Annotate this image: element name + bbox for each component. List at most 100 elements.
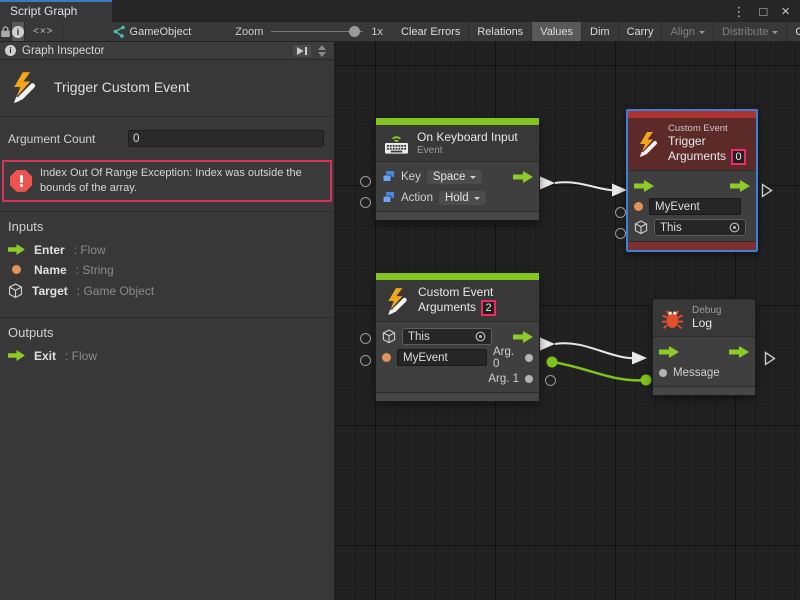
tab-label: Script Graph (10, 4, 77, 18)
active-tab-accent (0, 0, 112, 2)
arguments-label: Arguments (668, 149, 726, 165)
zoom-slider[interactable] (271, 22, 363, 42)
dim-button[interactable]: Dim (582, 22, 619, 41)
input-port-target: Target : Game Object (0, 280, 334, 302)
output-port-exit: Exit : Flow (0, 346, 334, 366)
relations-button[interactable]: Relations (469, 22, 532, 41)
zoom-label: Zoom (235, 26, 263, 38)
action-dropdown[interactable]: Hold (439, 191, 486, 205)
node-trigger-custom-event[interactable]: Custom Event Trigger Arguments 0 (626, 109, 758, 252)
graph-canvas[interactable]: On Keyboard Input Event Key Space (335, 42, 800, 600)
argument-count-input[interactable] (128, 130, 324, 147)
flow-in-arrow-icon[interactable] (659, 346, 679, 358)
debug-flow-out-port[interactable] (764, 351, 776, 366)
chevron-down-icon (474, 197, 480, 203)
node-footer (628, 241, 756, 250)
trigger-flow-out-port[interactable] (761, 183, 773, 198)
node-category: Debug (692, 305, 721, 316)
arg1-port-icon[interactable] (525, 375, 533, 383)
clear-errors-button[interactable]: Clear Errors (393, 22, 469, 41)
flow-row (653, 341, 755, 362)
object-picker-icon[interactable] (729, 222, 740, 233)
event-name-row (628, 196, 756, 217)
menu-icon[interactable]: ⋮ (732, 5, 745, 18)
event-name-input[interactable] (649, 198, 741, 215)
maximize-icon[interactable]: □ (759, 5, 767, 18)
enum-icon (382, 191, 395, 204)
arg0-port-icon[interactable] (525, 354, 533, 362)
graph-owner[interactable]: GameObject (105, 22, 198, 41)
arg1-row: Arg. 1 (376, 368, 539, 389)
message-port-icon[interactable] (659, 369, 667, 377)
flow-arrow-icon (513, 331, 533, 343)
outputs-header: Outputs (0, 325, 334, 346)
flow-out-port[interactable] (513, 331, 533, 343)
node-debug-log[interactable]: Debug Log Message (652, 298, 756, 396)
keyboard-key-port[interactable] (360, 176, 371, 187)
argument-count-row: Argument Count (0, 117, 334, 153)
error-icon (10, 170, 32, 192)
action-row: Action Hold (376, 187, 539, 208)
node-subtitle: Event (417, 145, 518, 156)
string-port-icon[interactable] (382, 353, 391, 362)
inspector-toggle-button[interactable]: i (12, 22, 25, 41)
panel-expand-icon (296, 46, 308, 56)
cube-icon[interactable] (634, 220, 648, 235)
node-title: Custom Event (418, 285, 496, 300)
target-object-field[interactable]: This (402, 328, 492, 345)
flow-in-arrow-icon[interactable] (634, 180, 654, 192)
keyboard-event-icon (383, 132, 410, 155)
info-icon: i (5, 45, 16, 56)
customevent-target-port[interactable] (360, 333, 371, 344)
trigger-name-port[interactable] (615, 207, 626, 218)
close-icon[interactable]: × (781, 4, 790, 19)
target-row: This (628, 217, 756, 238)
event-name-input[interactable] (397, 349, 487, 366)
node-category: Custom Event (668, 123, 746, 134)
arguments-count-input[interactable]: 2 (481, 300, 496, 316)
chevron-down-icon (772, 31, 778, 37)
cube-icon[interactable] (382, 329, 396, 344)
align-dropdown[interactable]: Align (662, 22, 713, 41)
keyboard-action-port[interactable] (360, 197, 371, 208)
key-dropdown[interactable]: Space (427, 170, 483, 184)
custom-event-icon (635, 131, 661, 157)
custom-event-icon (383, 287, 411, 315)
spinner-up-icon (318, 41, 326, 50)
inspector-header-label: Graph Inspector (22, 45, 104, 57)
distribute-dropdown[interactable]: Distribute (714, 22, 787, 41)
code-view-button[interactable]: <×> (25, 22, 63, 41)
tab-bar: Script Graph ⋮ □ × (0, 0, 800, 22)
flow-out-arrow-icon[interactable] (729, 346, 749, 358)
zoom-value: 1x (371, 26, 383, 38)
target-object-field[interactable]: This (654, 219, 746, 236)
lock-button[interactable] (0, 22, 12, 41)
zoom-slider-handle[interactable] (349, 26, 360, 37)
arg0-label: Arg. 0 (493, 346, 519, 370)
node-title: Log (692, 316, 721, 331)
string-port-icon[interactable] (634, 202, 643, 211)
input-port-name: Name : String (0, 260, 334, 280)
node-on-keyboard-input[interactable]: On Keyboard Input Event Key Space (375, 117, 540, 221)
panel-spinner[interactable] (315, 41, 329, 61)
carry-button[interactable]: Carry (619, 22, 663, 41)
flow-arrow-icon (513, 171, 533, 183)
arguments-count-input[interactable]: 0 (731, 149, 746, 165)
node-custom-event[interactable]: Custom Event Arguments 2 This (375, 272, 540, 402)
message-label: Message (673, 367, 720, 379)
flow-out-port[interactable] (513, 171, 533, 183)
object-picker-icon[interactable] (475, 331, 486, 342)
customevent-arg1-out-port[interactable] (545, 375, 556, 386)
customevent-name-port[interactable] (360, 355, 371, 366)
tab-script-graph[interactable]: Script Graph (0, 0, 112, 22)
graph-toolbar: i <×> GameObject Zoom 1x Clear Errors Re… (0, 22, 800, 42)
flow-out-arrow-icon[interactable] (730, 180, 750, 192)
message-row: Message (653, 362, 755, 383)
event-accent-bar (376, 118, 539, 125)
values-button[interactable]: Values (532, 22, 582, 41)
overview-button[interactable]: Overv (787, 22, 800, 41)
trigger-target-port[interactable] (615, 228, 626, 239)
panel-expand-button[interactable] (293, 45, 311, 57)
outputs-section: Outputs Exit : Flow (0, 317, 334, 372)
node-footer (376, 392, 539, 401)
